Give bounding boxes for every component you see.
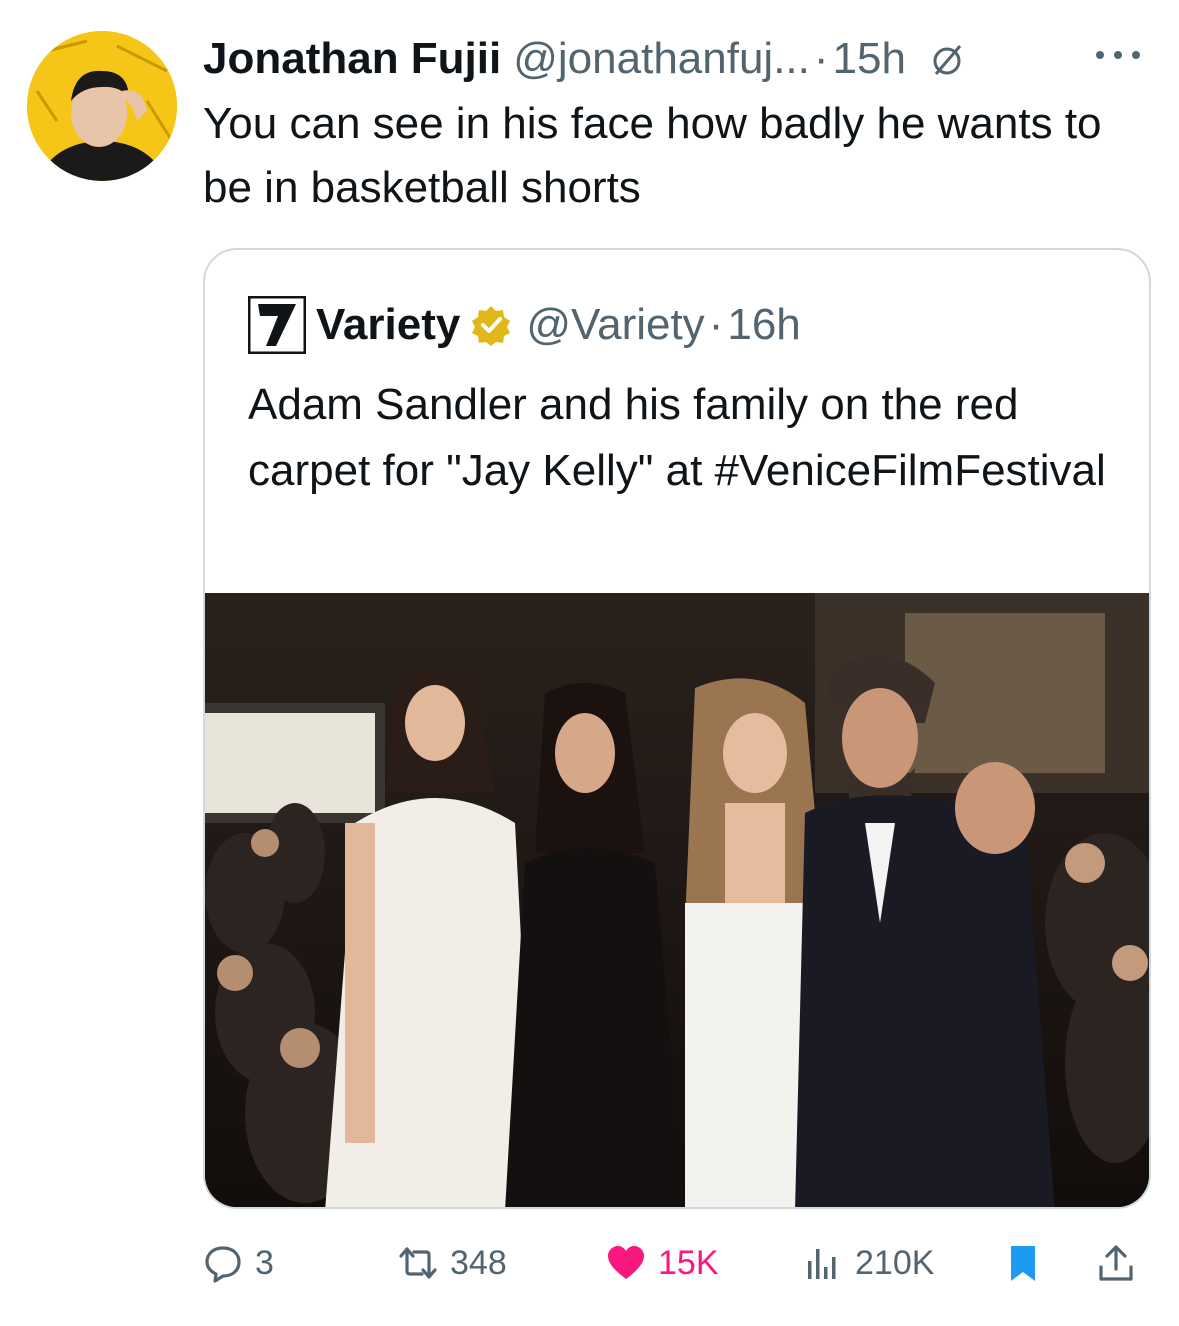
heart-icon (608, 1246, 644, 1279)
avatar[interactable] (27, 31, 177, 181)
like-button[interactable]: 15K (606, 1238, 719, 1288)
views-button[interactable]: 210K (803, 1238, 934, 1288)
quote-author-handle[interactable]: @Variety (526, 300, 704, 350)
separator-dot: · (813, 34, 829, 83)
reply-button[interactable]: 3 (203, 1238, 274, 1288)
verified-badge-icon (470, 304, 512, 346)
reply-count: 3 (255, 1243, 274, 1282)
tweet-time[interactable]: 15h (833, 34, 906, 84)
retweet-button[interactable]: 348 (398, 1238, 507, 1288)
quote-author-name[interactable]: Variety (316, 300, 460, 350)
tweet-header: Jonathan Fujii @jonathanfuj... · 15h (203, 30, 1153, 88)
slashed-circle-icon (928, 40, 966, 78)
share-icon (1099, 1245, 1133, 1281)
retweet-count: 348 (450, 1243, 507, 1282)
red-carpet-photo (205, 593, 1149, 1207)
action-bar: 3 348 15K 210K (203, 1238, 1153, 1288)
quote-time[interactable]: 16h (727, 300, 800, 350)
bookmark-icon (1011, 1246, 1035, 1281)
share-button[interactable] (1096, 1238, 1136, 1288)
avatar-photo (27, 31, 177, 181)
reply-icon (205, 1246, 241, 1283)
variety-v-logo (247, 295, 307, 355)
quote-tweet-card[interactable]: Variety @Variety · 16h Adam Sandler and … (203, 248, 1151, 1209)
bookmark-button[interactable] (1003, 1238, 1043, 1288)
more-horizontal-icon[interactable] (1090, 45, 1150, 65)
views-count: 210K (855, 1243, 935, 1282)
quote-header: Variety @Variety · 16h (247, 295, 801, 355)
quote-photo[interactable] (205, 593, 1149, 1207)
quote-text: Adam Sandler and his family on the red c… (248, 380, 1106, 495)
author-handle[interactable]: @jonathanfuj... (513, 34, 810, 84)
retweet-icon (399, 1247, 437, 1279)
views-bar-chart-icon (808, 1249, 836, 1279)
separator-dot: · (708, 300, 724, 349)
author-name[interactable]: Jonathan Fujii (203, 34, 501, 84)
like-count: 15K (658, 1243, 719, 1282)
tweet-text: You can see in his face how badly he wan… (203, 99, 1102, 212)
